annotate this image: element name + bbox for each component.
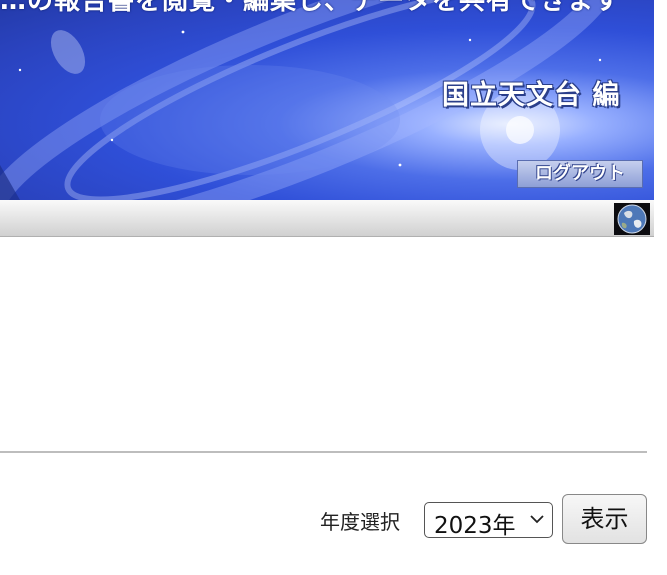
show-button[interactable]: 表示 [562,494,647,544]
nav-bar [0,200,654,237]
header-banner: …の報告書を閲覧・編集し、データを共有できます 国立天文台 編 ログアウト [0,0,654,200]
year-select-value: 2023年 [434,513,516,539]
logout-button[interactable]: ログアウト [517,160,643,188]
year-select[interactable]: 2023年 [424,502,553,539]
editor-label: 国立天文台 編 [442,80,621,111]
banner-title-cut: …の報告書を閲覧・編集し、データを共有できます [0,0,622,16]
year-select-label: 年度選択 [320,510,400,534]
content-divider [0,451,647,453]
chevron-down-icon [530,515,544,524]
globe-icon[interactable] [614,203,650,235]
